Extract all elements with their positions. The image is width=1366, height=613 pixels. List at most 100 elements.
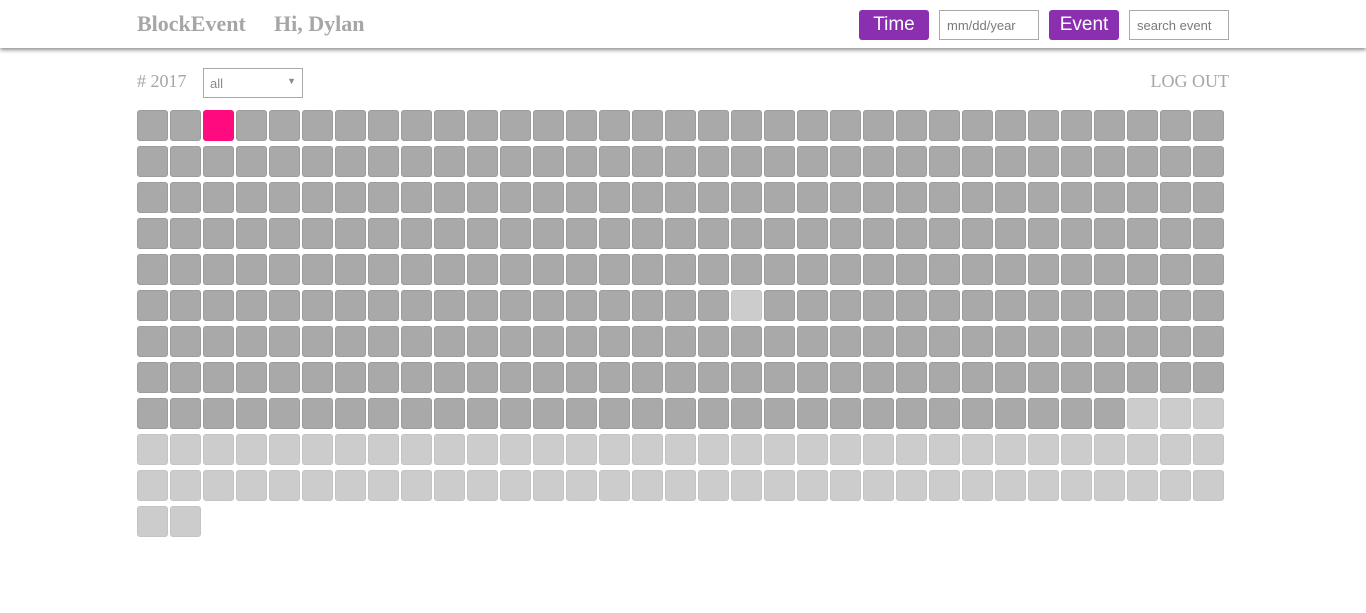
day-cell[interactable]	[995, 254, 1026, 285]
day-cell[interactable]	[962, 218, 993, 249]
day-cell[interactable]	[467, 326, 498, 357]
day-cell[interactable]	[236, 110, 267, 141]
day-cell[interactable]	[236, 398, 267, 429]
day-cell[interactable]	[236, 434, 267, 465]
day-cell[interactable]	[1160, 398, 1191, 429]
day-cell[interactable]	[335, 398, 366, 429]
day-cell[interactable]	[434, 434, 465, 465]
day-cell[interactable]	[335, 218, 366, 249]
day-cell[interactable]	[203, 146, 234, 177]
day-cell[interactable]	[830, 434, 861, 465]
day-cell[interactable]	[731, 146, 762, 177]
day-cell[interactable]	[830, 110, 861, 141]
day-cell[interactable]	[830, 470, 861, 501]
day-cell[interactable]	[170, 254, 201, 285]
day-cell[interactable]	[731, 290, 762, 321]
day-cell[interactable]	[863, 362, 894, 393]
day-cell[interactable]	[896, 362, 927, 393]
day-cell[interactable]	[434, 362, 465, 393]
day-cell[interactable]	[302, 398, 333, 429]
day-cell[interactable]	[830, 218, 861, 249]
day-cell[interactable]	[764, 254, 795, 285]
day-cell[interactable]	[665, 398, 696, 429]
day-cell[interactable]	[236, 326, 267, 357]
day-cell[interactable]	[1061, 470, 1092, 501]
day-cell[interactable]	[764, 182, 795, 213]
day-cell[interactable]	[1193, 182, 1224, 213]
day-cell[interactable]	[599, 470, 630, 501]
event-button[interactable]: Event	[1049, 10, 1119, 40]
day-cell[interactable]	[170, 146, 201, 177]
day-cell[interactable]	[401, 362, 432, 393]
day-cell[interactable]	[599, 434, 630, 465]
day-cell[interactable]	[1127, 218, 1158, 249]
day-cell[interactable]	[335, 362, 366, 393]
day-cell[interactable]	[269, 218, 300, 249]
day-cell[interactable]	[863, 110, 894, 141]
day-cell[interactable]	[1028, 362, 1059, 393]
day-cell[interactable]	[764, 470, 795, 501]
day-cell[interactable]	[434, 146, 465, 177]
day-cell[interactable]	[731, 218, 762, 249]
day-cell[interactable]	[962, 470, 993, 501]
day-cell[interactable]	[797, 326, 828, 357]
day-cell[interactable]	[1028, 290, 1059, 321]
day-cell[interactable]	[797, 182, 828, 213]
day-cell[interactable]	[929, 290, 960, 321]
day-cell[interactable]	[500, 254, 531, 285]
day-cell[interactable]	[137, 470, 168, 501]
day-cell[interactable]	[401, 290, 432, 321]
day-cell[interactable]	[632, 326, 663, 357]
day-cell[interactable]	[368, 290, 399, 321]
day-cell[interactable]	[137, 362, 168, 393]
day-cell[interactable]	[599, 146, 630, 177]
day-cell[interactable]	[896, 326, 927, 357]
day-cell[interactable]	[1094, 434, 1125, 465]
day-cell[interactable]	[269, 254, 300, 285]
day-cell[interactable]	[368, 254, 399, 285]
day-cell[interactable]	[1127, 398, 1158, 429]
day-cell[interactable]	[1028, 146, 1059, 177]
day-cell[interactable]	[665, 362, 696, 393]
day-cell[interactable]	[434, 110, 465, 141]
day-cell[interactable]	[335, 434, 366, 465]
day-cell[interactable]	[401, 470, 432, 501]
day-cell[interactable]	[962, 182, 993, 213]
day-cell[interactable]	[170, 470, 201, 501]
day-cell[interactable]	[170, 506, 201, 537]
day-cell[interactable]	[1127, 326, 1158, 357]
day-cell[interactable]	[1061, 218, 1092, 249]
day-cell[interactable]	[236, 254, 267, 285]
day-cell[interactable]	[896, 434, 927, 465]
day-cell[interactable]	[203, 398, 234, 429]
day-cell[interactable]	[137, 254, 168, 285]
day-cell[interactable]	[170, 434, 201, 465]
day-cell[interactable]	[797, 146, 828, 177]
day-cell[interactable]	[1061, 290, 1092, 321]
day-cell[interactable]	[764, 146, 795, 177]
day-cell[interactable]	[797, 254, 828, 285]
day-cell[interactable]	[632, 182, 663, 213]
day-cell[interactable]	[995, 290, 1026, 321]
day-cell[interactable]	[335, 146, 366, 177]
day-cell[interactable]	[830, 182, 861, 213]
day-cell[interactable]	[170, 110, 201, 141]
day-cell[interactable]	[467, 398, 498, 429]
day-cell[interactable]	[533, 398, 564, 429]
day-cell[interactable]	[236, 218, 267, 249]
day-cell[interactable]	[137, 218, 168, 249]
day-cell[interactable]	[995, 398, 1026, 429]
day-cell[interactable]	[401, 326, 432, 357]
day-cell[interactable]	[302, 470, 333, 501]
day-cell[interactable]	[1193, 254, 1224, 285]
day-cell[interactable]	[731, 434, 762, 465]
day-cell[interactable]	[170, 398, 201, 429]
day-cell[interactable]	[1061, 362, 1092, 393]
day-cell[interactable]	[302, 434, 333, 465]
day-cell[interactable]	[1193, 326, 1224, 357]
day-cell[interactable]	[995, 218, 1026, 249]
day-cell[interactable]	[467, 470, 498, 501]
day-cell[interactable]	[533, 362, 564, 393]
day-cell[interactable]	[269, 470, 300, 501]
day-cell[interactable]	[236, 362, 267, 393]
